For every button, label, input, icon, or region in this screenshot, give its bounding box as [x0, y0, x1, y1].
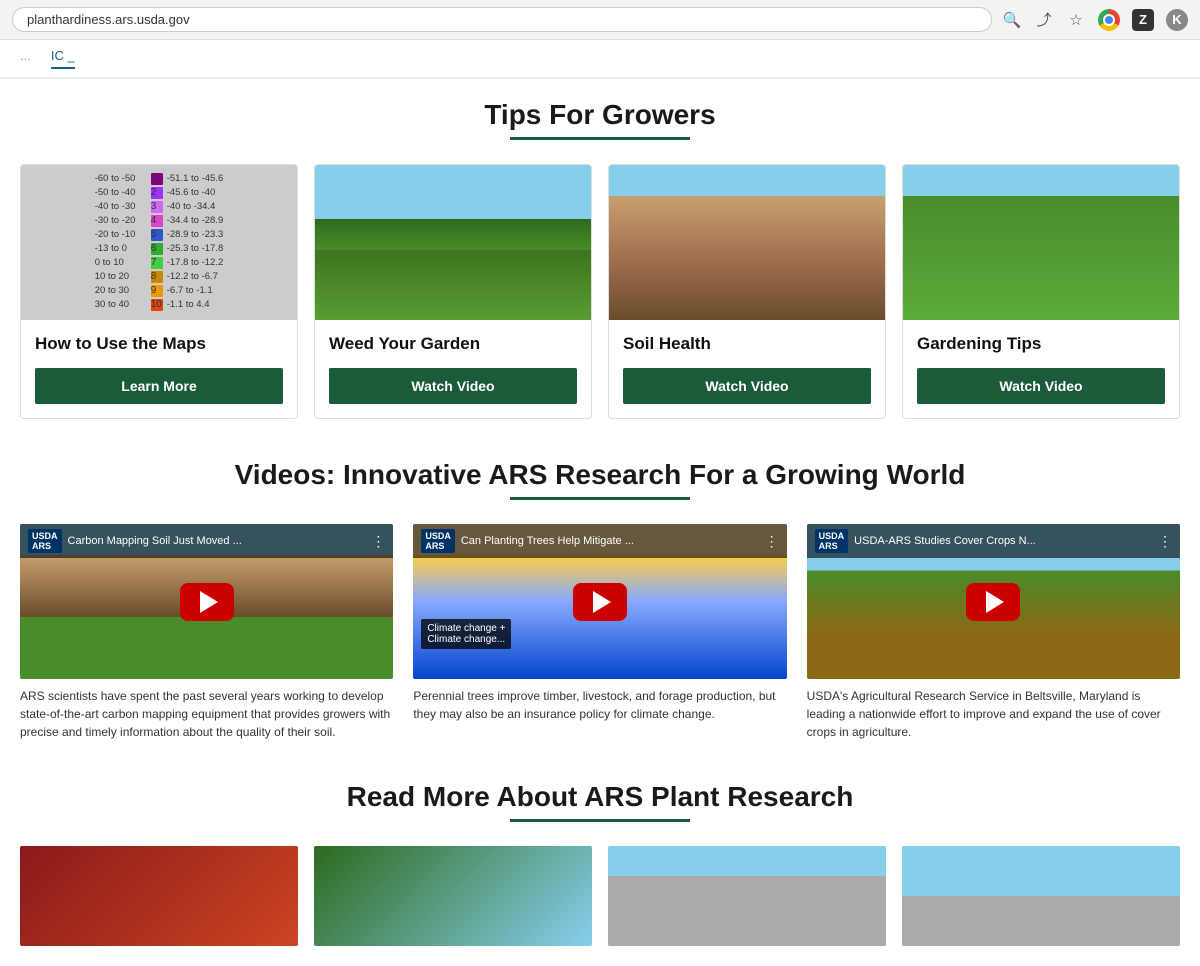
videos-section: Videos: Innovative ARS Research For a Gr… [20, 459, 1180, 741]
read-more-card-1[interactable] [20, 846, 298, 946]
share-icon[interactable]: ⤴ [1034, 10, 1054, 30]
video-header-carbon: USDAARS Carbon Mapping Soil Just Moved .… [20, 524, 393, 558]
tips-grid: -60 to -50 1 -51.1 to -45.6 -50 to -40 2… [20, 164, 1180, 419]
video-menu-carbon[interactable]: ⋮ [371, 533, 385, 550]
tip-card-soil: Soil Health Watch Video [608, 164, 886, 419]
video-title-cover: USDA-ARS Studies Cover Crops N... [854, 535, 1152, 547]
tip-card-gardening-body: Gardening Tips Watch Video [903, 320, 1179, 418]
video-card-cover: USDAARS USDA-ARS Studies Cover Crops N..… [807, 524, 1180, 741]
tips-section-title: Tips For Growers [20, 99, 1180, 131]
tip-card-gardening: Gardening Tips Watch Video [902, 164, 1180, 419]
gardening-tips-image [903, 165, 1179, 320]
tip-card-maps-body: How to Use the Maps Learn More [21, 320, 297, 418]
tip-card-weed-title: Weed Your Garden [329, 334, 577, 354]
soil-watch-video-button[interactable]: Watch Video [623, 368, 871, 404]
video-header-cover: USDAARS USDA-ARS Studies Cover Crops N..… [807, 524, 1180, 558]
nav-link-active[interactable]: IC _ [51, 48, 75, 69]
tips-title-underline [510, 137, 690, 140]
nav-strip: ... IC _ [0, 40, 1200, 79]
tip-card-maps: -60 to -50 1 -51.1 to -45.6 -50 to -40 2… [20, 164, 298, 419]
usda-badge-carbon: USDAARS [28, 529, 62, 553]
weed-garden-image [315, 165, 591, 320]
zotero-icon[interactable]: Z [1132, 9, 1154, 31]
video-header-trees: USDAARS Can Planting Trees Help Mitigate… [413, 524, 786, 558]
map-legend-image: -60 to -50 1 -51.1 to -45.6 -50 to -40 2… [21, 165, 297, 320]
video-play-trees[interactable] [573, 583, 627, 621]
user-icon[interactable]: K [1166, 9, 1188, 31]
tip-card-soil-body: Soil Health Watch Video [609, 320, 885, 418]
video-desc-carbon: ARS scientists have spent the past sever… [20, 687, 393, 741]
tips-section: Tips For Growers -60 to -50 1 -51.1 to -… [20, 99, 1180, 419]
read-more-card-4[interactable] [902, 846, 1180, 946]
tip-card-gardening-title: Gardening Tips [917, 334, 1165, 354]
bookmark-icon[interactable]: ☆ [1066, 10, 1086, 30]
read-more-underline [510, 819, 690, 822]
tip-card-maps-title: How to Use the Maps [35, 334, 283, 354]
nav-partial-left: ... [20, 48, 31, 69]
soil-health-image [609, 165, 885, 320]
read-more-section: Read More About ARS Plant Research [20, 781, 1180, 946]
video-thumb-trees[interactable]: USDAARS Can Planting Trees Help Mitigate… [413, 524, 786, 679]
chrome-icon[interactable] [1098, 9, 1120, 31]
read-more-title: Read More About ARS Plant Research [20, 781, 1180, 813]
browser-chrome: planthardiness.ars.usda.gov 🔍 ⤴ ☆ Z K [0, 0, 1200, 40]
main-content: Tips For Growers -60 to -50 1 -51.1 to -… [0, 79, 1200, 966]
video-play-carbon[interactable] [180, 583, 234, 621]
video-title-carbon: Carbon Mapping Soil Just Moved ... [68, 535, 366, 547]
tip-card-soil-title: Soil Health [623, 334, 871, 354]
videos-section-title: Videos: Innovative ARS Research For a Gr… [20, 459, 1180, 491]
read-more-grid [20, 846, 1180, 946]
video-title-trees: Can Planting Trees Help Mitigate ... [461, 535, 759, 547]
video-thumb-carbon[interactable]: USDAARS Carbon Mapping Soil Just Moved .… [20, 524, 393, 679]
tip-card-weed: Weed Your Garden Watch Video [314, 164, 592, 419]
video-desc-trees: Perennial trees improve timber, livestoc… [413, 687, 786, 723]
videos-grid: USDAARS Carbon Mapping Soil Just Moved .… [20, 524, 1180, 741]
url-bar[interactable]: planthardiness.ars.usda.gov [12, 7, 992, 32]
video-menu-trees[interactable]: ⋮ [765, 533, 779, 550]
video-thumb-cover[interactable]: USDAARS USDA-ARS Studies Cover Crops N..… [807, 524, 1180, 679]
weed-watch-video-button[interactable]: Watch Video [329, 368, 577, 404]
video-overlay-trees: Climate change +Climate change... [421, 619, 511, 649]
videos-title-underline [510, 497, 690, 500]
video-card-carbon: USDAARS Carbon Mapping Soil Just Moved .… [20, 524, 393, 741]
usda-badge-cover: USDAARS [815, 529, 849, 553]
gardening-watch-video-button[interactable]: Watch Video [917, 368, 1165, 404]
tip-card-weed-body: Weed Your Garden Watch Video [315, 320, 591, 418]
usda-badge-trees: USDAARS [421, 529, 455, 553]
browser-toolbar-icons: 🔍 ⤴ ☆ Z K [1002, 9, 1188, 31]
learn-more-button[interactable]: Learn More [35, 368, 283, 404]
read-more-card-3[interactable] [608, 846, 886, 946]
read-more-card-2[interactable] [314, 846, 592, 946]
video-menu-cover[interactable]: ⋮ [1158, 533, 1172, 550]
video-card-trees: USDAARS Can Planting Trees Help Mitigate… [413, 524, 786, 741]
search-icon[interactable]: 🔍 [1002, 10, 1022, 30]
video-play-cover[interactable] [966, 583, 1020, 621]
video-desc-cover: USDA's Agricultural Research Service in … [807, 687, 1180, 741]
